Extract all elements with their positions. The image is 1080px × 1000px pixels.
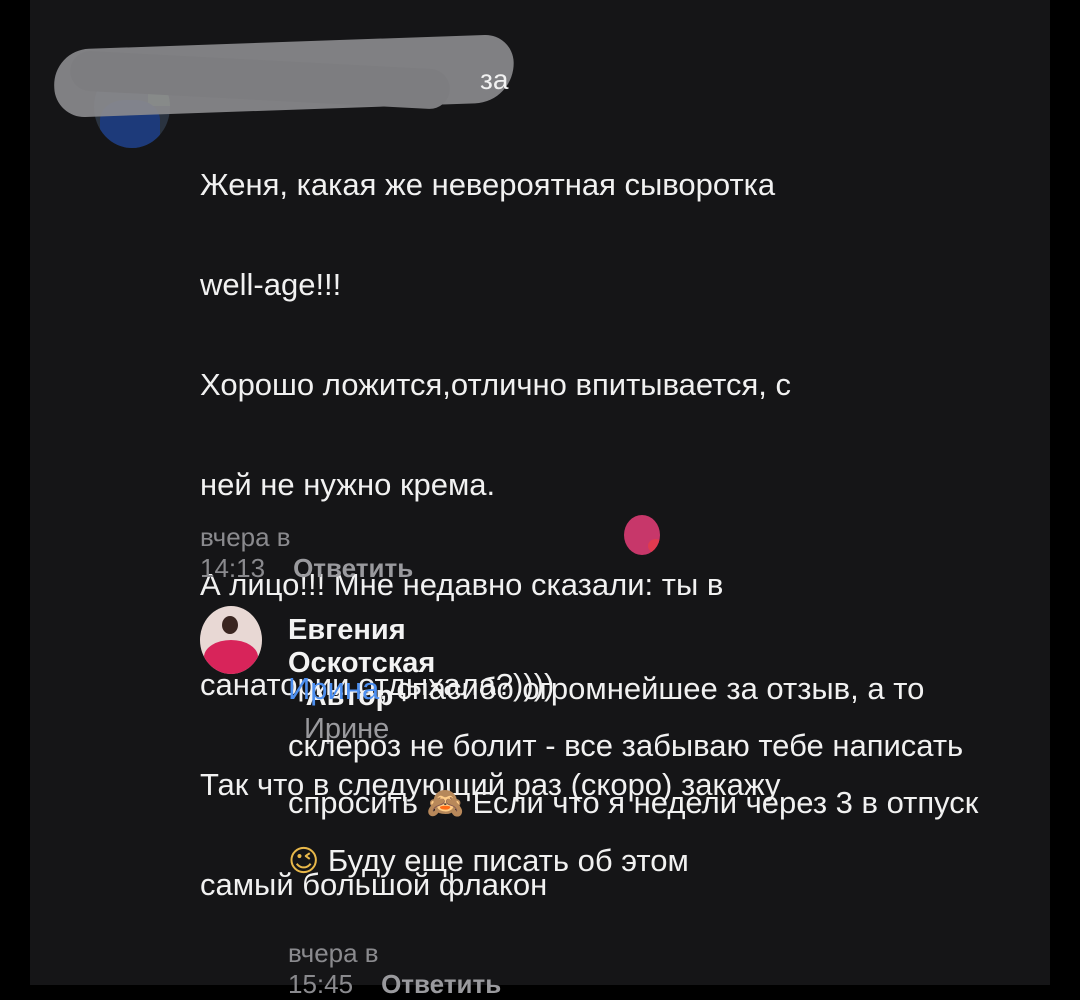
- comments-panel: за Женя, какая же невероятная сыворотка …: [30, 0, 1050, 999]
- emoji-monkey-icon: 🙈: [426, 786, 464, 821]
- comment-meta: вчера в 14:13 Ответить: [200, 522, 413, 584]
- comment-time: вчера в 15:45: [288, 938, 379, 999]
- comment-text: Ирина, спасибо огромнейшее за отзыв, а т…: [288, 671, 979, 879]
- author-liked-avatar: [624, 515, 660, 555]
- emoji-wink-icon: 😉: [288, 844, 320, 879]
- mention-link[interactable]: Ирина: [288, 671, 379, 706]
- reply-button[interactable]: Ответить: [381, 969, 501, 999]
- reply-button[interactable]: Ответить: [293, 553, 413, 583]
- avatar[interactable]: [200, 606, 262, 674]
- comment-meta: вчера в 15:45 Ответить: [288, 938, 501, 1000]
- comment-time: вчера в 14:13: [200, 522, 291, 583]
- comment-author[interactable]: за: [480, 64, 508, 96]
